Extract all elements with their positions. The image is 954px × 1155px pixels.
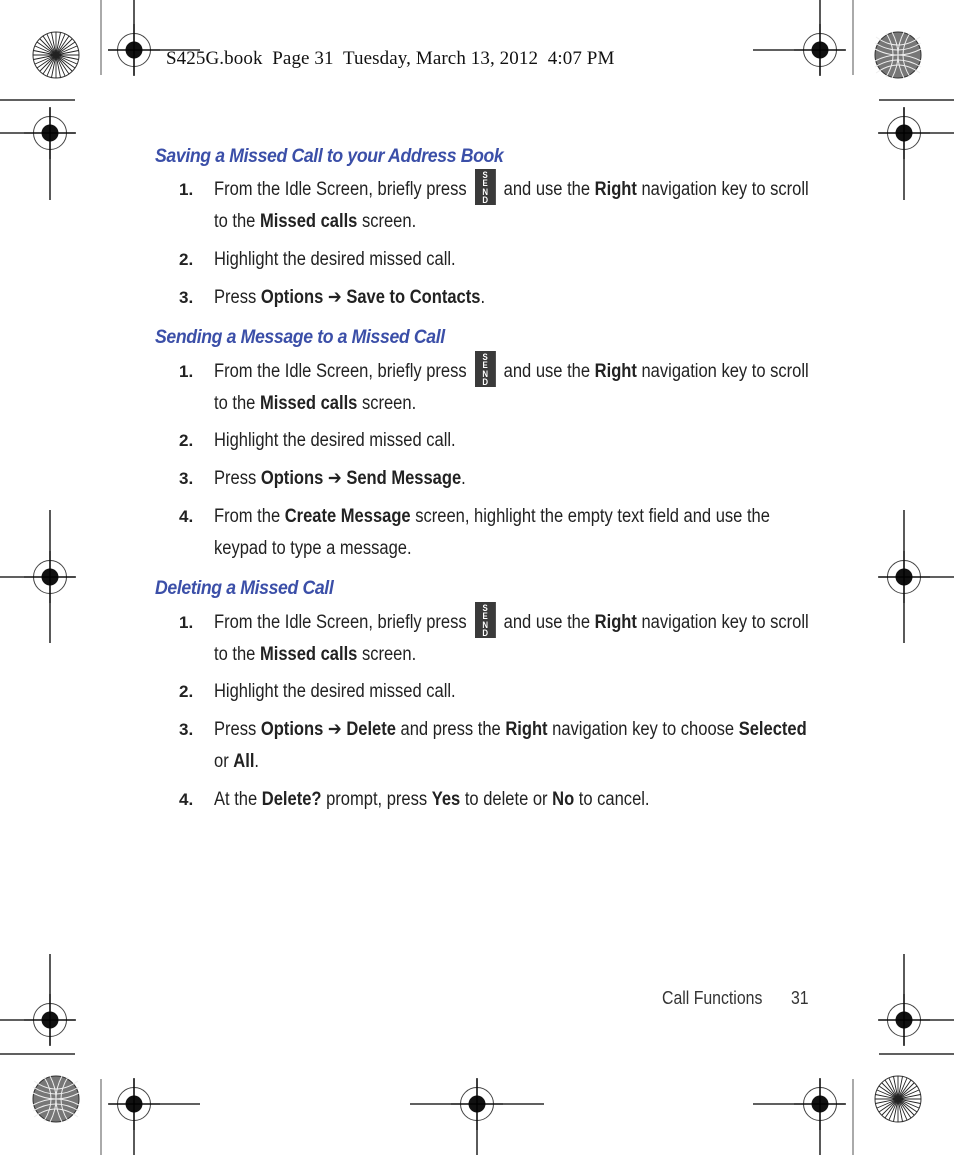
step-text-run: From the Idle Screen, briefly press: [214, 179, 472, 200]
step-text: Press Options ➔ Save to Contacts.: [214, 282, 814, 314]
step-text: From the Idle Screen, briefly press SEND…: [214, 168, 814, 238]
step-number: 2.: [179, 682, 194, 701]
section-heading: Deleting a Missed Call: [155, 578, 334, 599]
moire-mark-icon: [874, 31, 922, 79]
step-text: Press Options ➔ Send Message.: [214, 463, 814, 495]
send-key-icon: SEND: [474, 601, 496, 638]
step-text-run: prompt, press: [321, 789, 432, 810]
step-text-run: .: [461, 468, 466, 489]
step-text-run: and use the: [499, 361, 595, 382]
step-number: 4.: [179, 507, 194, 526]
step-number: 4.: [179, 790, 194, 809]
step-number: 1.: [179, 613, 194, 632]
step-text-run: At the: [214, 789, 262, 810]
moire-mark-icon: [32, 1075, 80, 1123]
step-text-run: .: [254, 751, 260, 772]
step-text-run: Press: [214, 719, 261, 740]
emphasized-term: Create Message: [284, 506, 411, 527]
step-number: 1.: [179, 180, 194, 199]
send-key-icon: SEND: [474, 168, 496, 205]
step-text-run: screen.: [357, 393, 417, 414]
step-text-run: Highlight the desired missed call.: [214, 681, 456, 702]
emphasized-term: Missed calls: [259, 211, 358, 232]
step-text-run: Highlight the desired missed call.: [214, 430, 456, 451]
step-number: 2.: [179, 250, 194, 269]
step-text: From the Idle Screen, briefly press SEND…: [214, 601, 814, 671]
section-heading: Saving a Missed Call to your Address Boo…: [155, 146, 504, 167]
step-number: 3.: [179, 288, 194, 307]
step-text-run: Press: [214, 468, 261, 489]
emphasized-term: All: [233, 751, 255, 772]
emphasized-term: Options ➔ Save to Contacts: [260, 287, 481, 308]
color-star-mark-icon: [32, 31, 80, 79]
step-number: 3.: [179, 720, 194, 739]
emphasized-term: Yes: [431, 789, 461, 810]
emphasized-term: Missed calls: [259, 393, 358, 414]
emphasized-term: Options ➔ Delete: [260, 719, 396, 740]
footer-section-name: Call Functions: [662, 988, 763, 1008]
step-text-run: screen.: [357, 644, 417, 665]
step-text: At the Delete? prompt, press Yes to dele…: [214, 784, 814, 816]
emphasized-term: Options ➔ Send Message: [260, 468, 462, 489]
emphasized-term: Right: [594, 179, 637, 200]
emphasized-term: Right: [505, 719, 548, 740]
step-text-run: and use the: [499, 612, 595, 633]
emphasized-term: Delete?: [261, 789, 322, 810]
step-text-run: From the Idle Screen, briefly press: [214, 612, 472, 633]
step-text: Highlight the desired missed call.: [214, 244, 814, 276]
emphasized-term: Right: [594, 361, 637, 382]
send-key-icon: SEND: [474, 350, 496, 387]
color-star-mark-icon: [874, 1075, 922, 1123]
print-slug-line: S425G.book Page 31 Tuesday, March 13, 20…: [166, 48, 615, 69]
step-text-run: navigation key to choose: [547, 719, 739, 740]
step-text: Highlight the desired missed call.: [214, 425, 814, 457]
step-text: Highlight the desired missed call.: [214, 676, 814, 708]
emphasized-term: Selected: [738, 719, 807, 740]
emphasized-term: Right: [594, 612, 637, 633]
step-text-run: From the Idle Screen, briefly press: [214, 361, 472, 382]
step-text-run: screen.: [357, 211, 417, 232]
step-text-run: and press the: [395, 719, 506, 740]
step-text-run: to delete or: [460, 789, 553, 810]
step-text: From the Idle Screen, briefly press SEND…: [214, 350, 814, 420]
footer-page-number: 31: [791, 988, 809, 1008]
step-text-run: Press: [214, 287, 261, 308]
step-text-run: or: [214, 751, 234, 772]
emphasized-term: Missed calls: [259, 644, 358, 665]
step-text-run: .: [480, 287, 486, 308]
step-text-run: and use the: [499, 179, 595, 200]
step-text-run: Highlight the desired missed call.: [214, 249, 456, 270]
step-number: 2.: [179, 431, 194, 450]
step-number: 3.: [179, 469, 194, 488]
step-text-run: to cancel.: [574, 789, 650, 810]
section-heading: Sending a Message to a Missed Call: [155, 327, 445, 348]
emphasized-term: No: [552, 789, 575, 810]
step-text-run: From the: [214, 506, 285, 527]
step-text: From the Create Message screen, highligh…: [214, 501, 814, 565]
step-number: 1.: [179, 362, 194, 381]
step-text: Press Options ➔ Delete and press the Rig…: [214, 714, 814, 778]
